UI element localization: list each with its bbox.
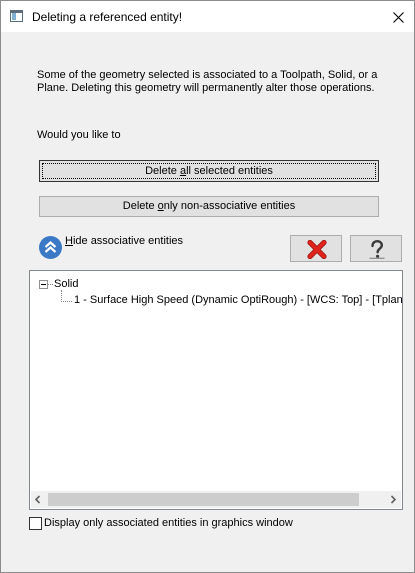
close-button[interactable] bbox=[383, 5, 413, 29]
delete-all-label-suffix: ll selected entities bbox=[186, 165, 273, 177]
scroll-right-arrow-icon[interactable] bbox=[389, 495, 397, 504]
horizontal-scrollbar[interactable] bbox=[31, 491, 401, 508]
tree-collapse-toggle[interactable] bbox=[39, 280, 48, 289]
delete-all-label-prefix: Delete bbox=[145, 165, 180, 177]
tree-node-solid[interactable]: Solid bbox=[54, 278, 78, 290]
delete-nonassoc-label-suffix: nly non-associative entities bbox=[163, 200, 296, 212]
title-bar: Deleting a referenced entity! bbox=[1, 1, 414, 32]
delete-nonassoc-label-prefix: Delete bbox=[122, 200, 158, 212]
window-icon bbox=[10, 10, 23, 22]
delete-all-selected-button[interactable]: Delete all selected entities bbox=[39, 160, 379, 182]
tree-node-toolpath[interactable]: 1 - Surface High Speed (Dynamic OptiRoug… bbox=[74, 294, 402, 306]
red-x-icon bbox=[307, 240, 327, 259]
scrollbar-thumb[interactable] bbox=[48, 493, 359, 506]
tree-connector bbox=[48, 284, 53, 285]
display-associated-only-label[interactable]: Display only associated entities in grap… bbox=[44, 517, 293, 529]
help-button[interactable] bbox=[350, 235, 402, 262]
delete-all-mnemonic: a bbox=[179, 165, 187, 177]
delete-referenced-entity-dialog: Deleting a referenced entity! Some of th… bbox=[0, 0, 415, 573]
cancel-button[interactable] bbox=[290, 235, 342, 262]
chevron-up-icon[interactable] bbox=[39, 236, 62, 259]
hide-assoc-label: ide associative entities bbox=[72, 235, 184, 247]
hide-assoc-mnemonic: H bbox=[65, 235, 73, 247]
display-associated-only-checkbox[interactable] bbox=[29, 517, 42, 530]
close-icon bbox=[393, 12, 404, 23]
delete-non-associative-button[interactable]: Delete only non-associative entities bbox=[39, 196, 379, 217]
window-title: Deleting a referenced entity! bbox=[32, 10, 183, 24]
scroll-left-arrow-icon[interactable] bbox=[34, 495, 42, 504]
tree-connector bbox=[61, 301, 72, 302]
hide-associative-entities-toggle[interactable]: Hide associative entities bbox=[65, 235, 183, 247]
prompt-text: Would you like to bbox=[37, 129, 121, 141]
message-line-2: Plane. Deleting this geometry will perma… bbox=[37, 82, 375, 94]
associated-entities-tree[interactable]: Solid 1 - Surface High Speed (Dynamic Op… bbox=[29, 270, 403, 510]
question-mark-icon bbox=[369, 240, 385, 259]
message-line-1: Some of the geometry selected is associa… bbox=[37, 69, 378, 81]
